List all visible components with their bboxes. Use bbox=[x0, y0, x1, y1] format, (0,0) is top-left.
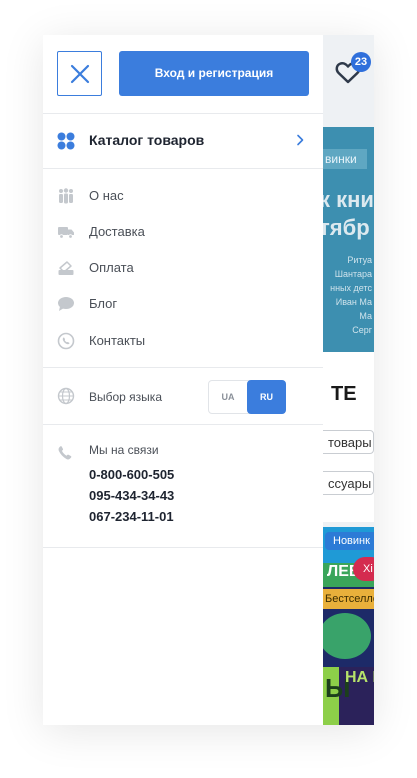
contacts-title: Мы на связи bbox=[89, 443, 159, 457]
category-button[interactable]: ссуары bbox=[315, 471, 374, 495]
banner-small-text: Ма bbox=[359, 311, 372, 321]
menu-item-label: Блог bbox=[89, 296, 118, 311]
banner-title-line1: к кни bbox=[323, 187, 374, 212]
promo-banner[interactable]: винки к кни тябр Ритуа Шантара нных детс… bbox=[323, 127, 374, 352]
people-icon bbox=[59, 188, 73, 204]
phone-icon bbox=[58, 446, 72, 460]
phone-link[interactable]: 095-434-34-43 bbox=[89, 488, 174, 503]
language-option-ua[interactable]: UA bbox=[209, 381, 247, 413]
book-cover-art bbox=[323, 613, 371, 659]
section-heading: ТЕ bbox=[331, 383, 357, 405]
menu-item-delivery[interactable]: Доставка bbox=[43, 214, 323, 250]
side-drawer: Вход и регистрация Каталог товаров О нас… bbox=[43, 35, 323, 725]
close-icon bbox=[70, 64, 90, 84]
chevron-right-icon bbox=[297, 134, 304, 146]
banner-small-text: нных детс bbox=[330, 283, 372, 293]
language-switch: UA RU bbox=[208, 380, 286, 414]
banner-small-text: Серг bbox=[352, 325, 372, 335]
banner-small-text: Иван Ма bbox=[335, 297, 372, 307]
divider bbox=[43, 168, 323, 169]
banner-tag: винки bbox=[323, 149, 367, 169]
hit-badge: Хі bbox=[353, 557, 374, 581]
menu-item-label: О нас bbox=[89, 188, 124, 203]
phone-viewport: 23 винки к кни тябр Ритуа Шантара нных д… bbox=[43, 35, 374, 725]
phone-link[interactable]: 0-800-600-505 bbox=[89, 467, 174, 482]
contacts-block: Мы на связи 0-800-600-505 095-434-34-43 … bbox=[43, 427, 323, 547]
banner-title-line2: тябр bbox=[323, 215, 370, 240]
wishlist-count-badge: 23 bbox=[351, 52, 371, 72]
grid-dots-icon bbox=[57, 132, 75, 150]
menu-item-blog[interactable]: Блог bbox=[43, 286, 323, 322]
language-label: Выбор языка bbox=[89, 390, 162, 404]
book-card[interactable]: Новинк ЛЕВИ Хі Бестселле Ы НА ГОРЫ bbox=[323, 527, 374, 725]
truck-icon bbox=[58, 227, 74, 239]
menu-item-payment[interactable]: Оплата bbox=[43, 250, 323, 286]
divider bbox=[43, 547, 323, 548]
banner-small-text: Ритуа bbox=[347, 255, 372, 265]
language-option-ru[interactable]: RU bbox=[247, 380, 286, 414]
menu-item-about[interactable]: О нас bbox=[43, 178, 323, 214]
divider bbox=[43, 424, 323, 425]
language-selector-row: Выбор языка UA RU bbox=[43, 368, 323, 424]
bestseller-badge: Бестселле bbox=[323, 589, 374, 609]
menu-item-contacts[interactable]: Контакты bbox=[43, 323, 323, 359]
whatsapp-icon bbox=[57, 332, 75, 350]
catalog-label: Каталог товаров bbox=[89, 132, 205, 148]
chat-bubble-icon bbox=[58, 297, 74, 311]
payment-icon bbox=[58, 261, 74, 275]
menu-item-label: Контакты bbox=[89, 333, 146, 348]
login-register-button[interactable]: Вход и регистрация bbox=[119, 51, 309, 96]
menu-item-label: Доставка bbox=[89, 224, 145, 239]
book-cover-text: НА ГОРЫ bbox=[345, 669, 374, 686]
new-badge: Новинк bbox=[325, 532, 374, 550]
catalog-menu-item[interactable]: Каталог товаров bbox=[43, 113, 323, 168]
globe-icon bbox=[57, 387, 75, 405]
phone-link[interactable]: 067-234-11-01 bbox=[89, 509, 174, 524]
close-button[interactable] bbox=[57, 51, 102, 96]
category-button[interactable]: товары bbox=[315, 430, 374, 454]
menu-item-label: Оплата bbox=[89, 260, 134, 275]
banner-small-text: Шантара bbox=[334, 269, 372, 279]
